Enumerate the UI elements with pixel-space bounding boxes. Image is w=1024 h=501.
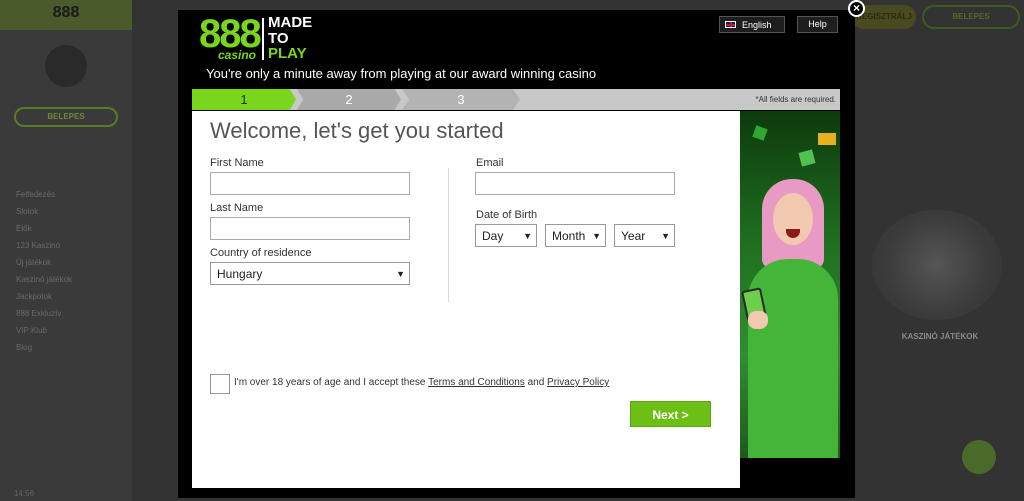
bg-nav-item: VIP Klub (16, 326, 47, 335)
bg-caption: KASZINÓ JÁTÉKOK (901, 332, 979, 341)
last-name-input[interactable] (210, 217, 410, 240)
step-2: 2 (297, 89, 401, 110)
country-value: Hungary (217, 266, 263, 281)
column-divider (448, 168, 449, 302)
dob-day-value: Day (482, 228, 504, 243)
bg-nav: Felfedezés Slotok Élők 123 Kaszinó Új já… (16, 186, 126, 356)
terms-link[interactable]: Terms and Conditions (428, 377, 525, 388)
privacy-link[interactable]: Privacy Policy (547, 377, 609, 388)
bg-avatar (45, 45, 87, 87)
steps-bar: 1 2 3 *All fields are required. (192, 89, 840, 110)
country-select[interactable]: Hungary ▼ (210, 262, 410, 285)
first-name-input[interactable] (210, 172, 410, 195)
terms-prefix: I'm over 18 years of age and I accept th… (234, 377, 426, 388)
close-icon[interactable]: × (848, 0, 865, 17)
brand-play: PLAY (268, 45, 307, 62)
uk-flag-icon (725, 21, 736, 28)
email-label: Email (476, 157, 504, 169)
bg-nav-item: Jackpotok (16, 292, 53, 301)
bg-nav-item: Slotok (16, 207, 39, 216)
chevron-down-icon: ▼ (523, 230, 532, 241)
brand-to: TO (268, 30, 289, 47)
dob-month-value: Month (552, 228, 586, 243)
email-input[interactable] (475, 172, 675, 195)
promo-image (740, 111, 840, 458)
chevron-down-icon: ▼ (661, 230, 670, 241)
brand-divider (262, 18, 264, 60)
brand-made: MADE (268, 14, 313, 31)
next-button[interactable]: Next > (630, 401, 711, 427)
terms-text: I'm over 18 years of age and I accept th… (234, 377, 609, 388)
promo-body (748, 259, 838, 458)
step-3: 3 (402, 89, 520, 110)
dob-label: Date of Birth (476, 209, 538, 221)
language-label: English (742, 19, 772, 30)
terms-and: and (527, 377, 545, 388)
chevron-down-icon: ▼ (396, 268, 405, 279)
age-terms-checkbox[interactable] (210, 374, 230, 394)
bg-nav-item: Blog (16, 343, 33, 352)
bg-nav-item: Felfedezés (16, 190, 56, 199)
bg-chat-icon (962, 440, 996, 474)
bg-logo: 888 (0, 0, 132, 30)
dice-icon (798, 149, 816, 167)
form-panel (192, 111, 740, 488)
required-note: *All fields are required. (755, 95, 836, 104)
bg-login-top-button: BELEPES (922, 5, 1020, 29)
dob-year-select[interactable]: Year ▼ (614, 224, 675, 247)
crown-icon (818, 133, 836, 145)
bg-nav-item: Élők (16, 224, 32, 233)
country-label: Country of residence (210, 247, 312, 259)
bg-nav-item: 123 Kaszinó (16, 241, 61, 250)
language-button[interactable]: English (719, 16, 785, 33)
last-name-label: Last Name (210, 202, 264, 214)
help-button[interactable]: Help (797, 16, 838, 33)
bg-nav-item: 888 Exkluzív (16, 309, 62, 318)
page-title: Welcome, let's get you started (210, 118, 504, 143)
bg-nav-item: Kaszinó játékok (16, 275, 73, 284)
bg-time: 14:56 (14, 489, 35, 498)
dob-day-select[interactable]: Day ▼ (475, 224, 537, 247)
step-1: 1 (192, 89, 296, 110)
dob-year-value: Year (621, 228, 646, 243)
chevron-down-icon: ▼ (592, 230, 601, 241)
dice-icon (752, 125, 768, 141)
bg-roulette-image (872, 210, 1002, 320)
brand-sub: casino (218, 48, 257, 62)
promo-hand (748, 311, 768, 329)
tagline: You're only a minute away from playing a… (206, 66, 597, 81)
first-name-label: First Name (210, 157, 264, 169)
dob-month-select[interactable]: Month ▼ (545, 224, 606, 247)
bg-login-button: BELEPES (14, 107, 118, 127)
bg-nav-item: Új játékok (16, 258, 52, 267)
